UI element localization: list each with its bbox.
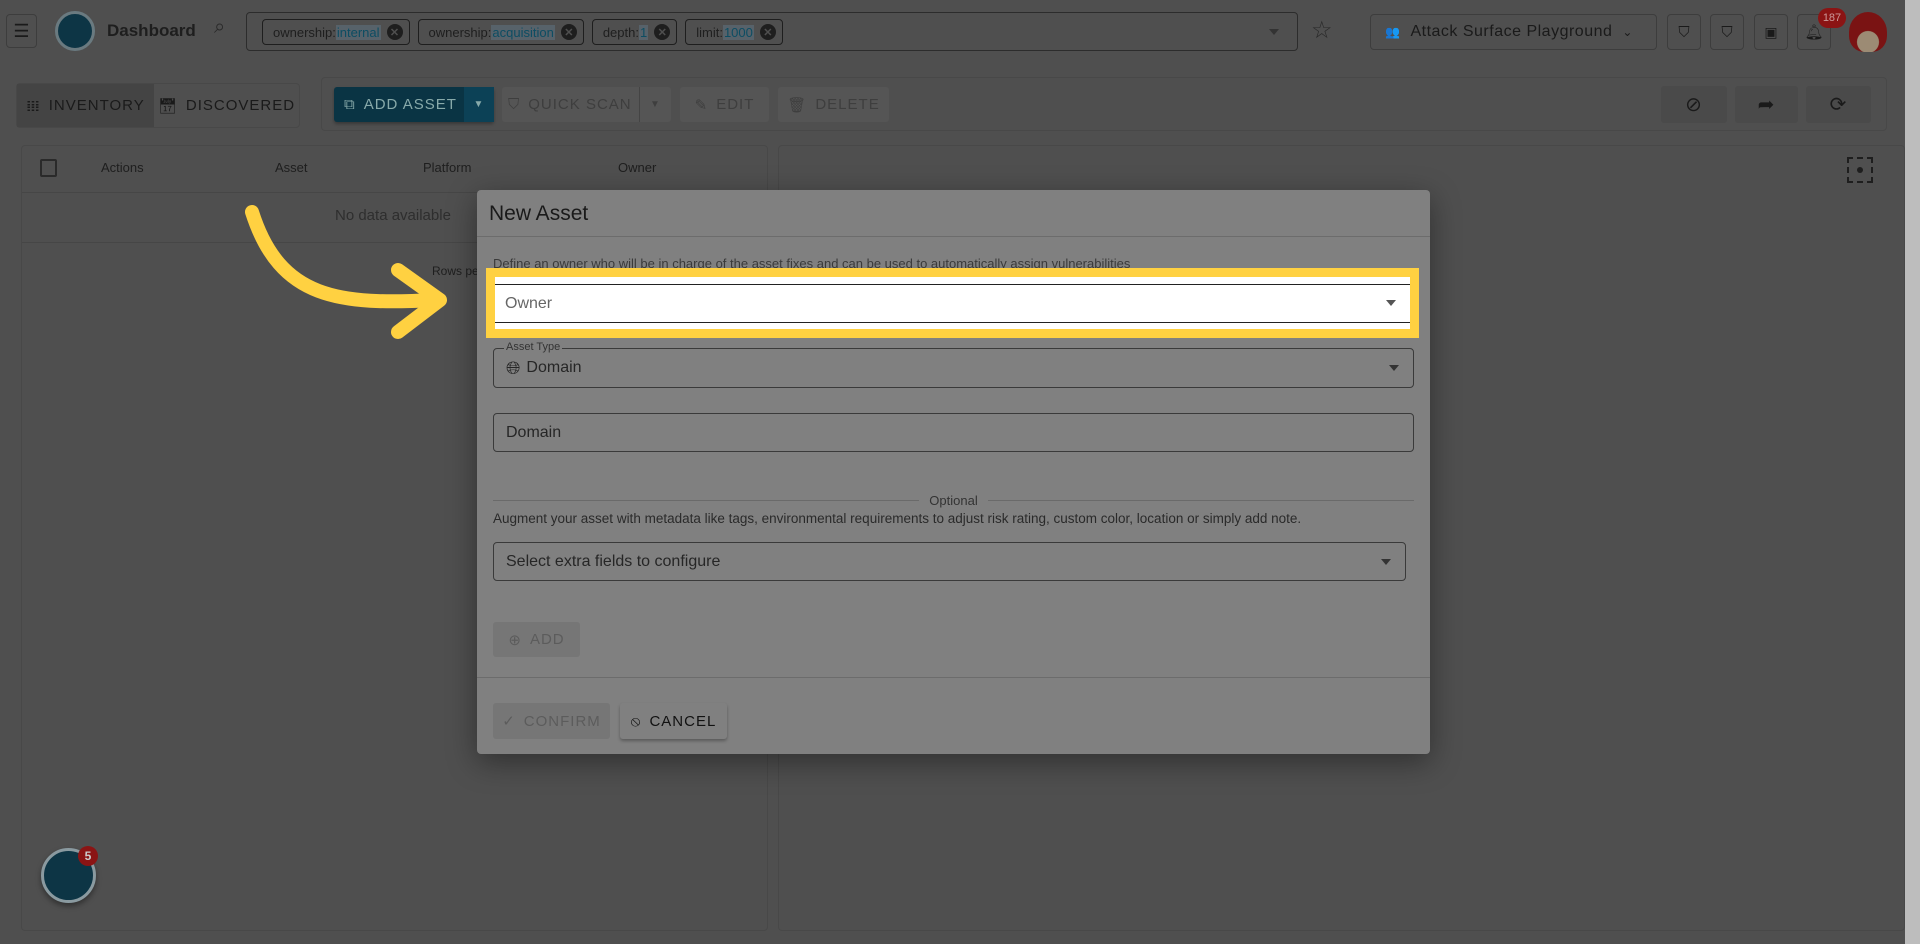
column-header-owner[interactable]: Owner (618, 160, 656, 175)
button-label: ADD (529, 631, 565, 648)
chevron-down-icon[interactable]: ▼ (639, 87, 671, 122)
refresh-button[interactable]: ⟳ (1806, 86, 1871, 123)
close-icon[interactable]: ✕ (560, 24, 577, 40)
chevron-down-icon (1381, 558, 1391, 565)
chevron-down-icon[interactable] (1269, 28, 1279, 35)
cancel-button[interactable]: ⦸ CANCEL (620, 703, 727, 739)
shield-button[interactable]: ⛉ (1710, 14, 1744, 50)
extra-fields-select[interactable]: Select extra fields to configure (493, 542, 1406, 581)
domain-input[interactable]: Domain (493, 413, 1414, 452)
button-label: CANCEL (649, 712, 717, 730)
chip-value: acquisition (491, 24, 555, 40)
fullscreen-icon[interactable] (1847, 157, 1873, 183)
arrow-shaft (245, 205, 442, 309)
extra-fields-placeholder: Select extra fields to configure (506, 552, 721, 570)
plus-circle-icon: ⊕ (508, 631, 522, 649)
scrollbar[interactable] (1905, 0, 1920, 944)
quick-scan-button[interactable]: ⛉ QUICK SCAN ▼ (502, 87, 671, 122)
domain-placeholder: Domain (506, 423, 562, 441)
check-icon: ✓ (502, 713, 516, 730)
trash-icon: 🗑︎ (787, 96, 808, 114)
chevron-down-icon (1389, 365, 1399, 371)
close-icon[interactable]: ✕ (654, 24, 671, 40)
button-label: EDIT (716, 96, 755, 113)
add-shield-button[interactable]: ⛉ (1667, 14, 1701, 50)
chip-key: limit: (696, 24, 723, 40)
eye-off-icon: ⊘ (1685, 94, 1703, 116)
optional-divider: Optional (493, 493, 1415, 508)
button-label: CONFIRM (523, 712, 601, 730)
share-icon: ➦ (1757, 94, 1776, 116)
notification-badge: 187 (1818, 8, 1846, 28)
team-icon: 👥 (1385, 25, 1401, 39)
chip-value: 1000 (722, 24, 754, 40)
pencil-icon: ✎ (694, 96, 709, 114)
assistant-badge: 5 (78, 846, 98, 866)
chevron-down-icon (1386, 300, 1396, 306)
owner-placeholder: Owner (505, 294, 553, 312)
confirm-button[interactable]: ✓ CONFIRM (493, 703, 610, 739)
cancel-icon: ⦸ (630, 712, 642, 730)
ticket-button[interactable]: ▣ (1754, 14, 1788, 50)
optional-help-text: Augment your asset with metadata like ta… (493, 511, 1302, 526)
dialog-title: New Asset (489, 202, 589, 225)
button-label: DELETE (815, 96, 880, 113)
filter-chip[interactable]: limit:1000 ✕ (685, 19, 783, 45)
tutorial-arrow-icon (245, 205, 447, 339)
star-icon[interactable]: ☆ (1311, 16, 1333, 45)
workspace-name: Attack Surface Playground (1410, 23, 1613, 40)
chevron-down-icon: ⌄ (1622, 25, 1633, 39)
close-icon[interactable]: ✕ (759, 24, 776, 40)
asset-type-select[interactable]: Asset Type 🌐︎ Domain (493, 341, 1414, 388)
workspace-select[interactable]: 👥 Attack Surface Playground ⌄ (1370, 14, 1657, 50)
edit-button[interactable]: ✎ EDIT (680, 87, 769, 122)
chip-value: 1 (638, 24, 649, 40)
add-field-button[interactable]: ⊕ ADD (493, 622, 580, 657)
delete-button[interactable]: 🗑︎ DELETE (778, 87, 889, 122)
asset-type-label: Asset Type (504, 341, 563, 353)
owner-select[interactable]: Owner (495, 277, 1410, 329)
globe-icon: 🌐︎ (506, 357, 521, 378)
shield-icon: ⛉ (508, 96, 521, 113)
button-label: QUICK SCAN (528, 96, 632, 113)
asset-type-value: Domain (526, 359, 582, 376)
filter-chip[interactable]: depth:1 ✕ (591, 19, 678, 45)
hide-button[interactable]: ⊘ (1661, 86, 1727, 123)
avatar[interactable] (1849, 12, 1887, 52)
optional-label: Optional (929, 493, 978, 508)
share-button[interactable]: ➦ (1735, 86, 1798, 123)
refresh-icon: ⟳ (1829, 94, 1848, 116)
chip-key: depth: (602, 24, 639, 40)
